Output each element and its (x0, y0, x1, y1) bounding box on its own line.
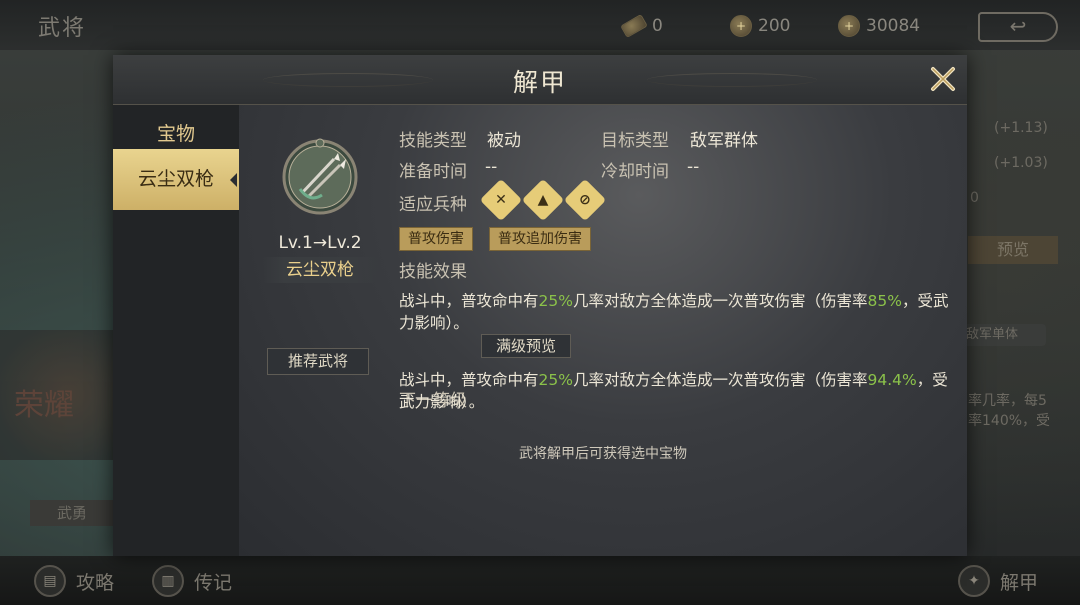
twin-spears-icon[interactable] (280, 137, 360, 217)
effect-text: 战斗中，普攻命中有 (399, 292, 539, 310)
bg-stat: 0 (970, 190, 979, 206)
bg-left-banner: 荣耀 (0, 330, 114, 460)
content-panel: Lv.1→Lv.2 云尘双枪 推荐武将 技能类型 被动 目标类型 敌军群体 准备… (239, 105, 967, 556)
close-button[interactable] (925, 61, 961, 97)
resource-value: 30084 (866, 16, 921, 36)
tag-normal-attack-extra-damage: 普攻追加伤害 (489, 227, 591, 251)
item-level: Lv.1→Lv.2 (278, 233, 362, 253)
effect-chance: 25% (538, 292, 573, 310)
sidebar-item-label: 云尘双枪 (137, 168, 214, 190)
biography-button[interactable]: ▥ 传记 (152, 565, 233, 597)
skill-effect-current: 战斗中，普攻命中有25%几率对敌方全体造成一次普攻伤害（伤害率85%，受武力影响… (399, 290, 949, 334)
skill-effect-next: 战斗中，普攻命中有25%几率对敌方全体造成一次普攻伤害（伤害率94.4%，受武力… (399, 369, 949, 413)
effect-text: 战斗中，普攻命中有 (399, 371, 539, 389)
effect-text: 几率对敌方全体造成一次普攻伤害（伤害率 (572, 371, 868, 389)
effect-rate: 85% (867, 292, 902, 310)
bg-stat: (+1.13) (994, 120, 1048, 136)
close-icon (931, 67, 955, 91)
footer-note: 武将解甲后可获得选中宝物 (519, 446, 687, 462)
book-icon: ▤ (34, 565, 66, 597)
cooldown-label: 冷却时间 (601, 162, 669, 182)
bg-stat: (+1.03) (994, 155, 1048, 171)
resource-silver: + 30084 (838, 14, 920, 38)
up-arrow-icon: ▲ (521, 178, 565, 222)
effect-chance: 25% (538, 371, 573, 389)
sidebar-category-treasure: 宝物 (156, 123, 195, 145)
bg-preview-button: 预览 (968, 236, 1058, 264)
item-name: 云尘双枪 (261, 257, 379, 283)
bg-desc: 率几率，每5 (968, 393, 1047, 409)
selected-arrow-icon (230, 173, 237, 187)
disarm-bottom-button[interactable]: ✦ 解甲 (958, 565, 1039, 597)
modal-title: 解甲 (512, 68, 567, 97)
bg-target-text: 敌军单体 (966, 327, 1019, 342)
bg-desc: 率140%，受 (968, 413, 1051, 429)
target-type-value: 敌军群体 (690, 131, 758, 151)
modal-header: 解甲 (113, 55, 967, 105)
max-level-preview-button[interactable]: 满级预览 (481, 334, 571, 358)
disarm-label: 解甲 (1000, 571, 1039, 594)
skill-type-label: 技能类型 (399, 131, 467, 151)
effect-text: 几率对敌方全体造成一次普攻伤害（伤害率 (572, 292, 868, 310)
prep-time-label: 准备时间 (399, 162, 467, 182)
disarm-modal: 解甲 宝物 云尘双枪 Lv.1→Lv.2 云尘双枪 推荐武将 技能类型 被动 目… (113, 55, 967, 556)
bg-banner-text: 荣耀 (14, 388, 74, 423)
page-title: 武将 (38, 16, 87, 41)
recommend-general-button[interactable]: 推荐武将 (267, 348, 369, 375)
sidebar-item-yunchen-shuangqiang[interactable]: 云尘双枪 (113, 149, 239, 210)
effect-rate: 94.4% (867, 371, 917, 389)
prep-time-value: -- (485, 157, 498, 177)
resource-gold: + 200 (730, 14, 790, 38)
sidebar: 宝物 云尘双枪 (113, 105, 239, 556)
resource-value: 200 (758, 16, 791, 36)
disarm-icon: ✦ (958, 565, 990, 597)
gold-coin-icon: + (730, 15, 752, 37)
bow-icon: ⊘ (563, 178, 607, 222)
tag-normal-attack-damage: 普攻伤害 (399, 227, 473, 251)
skill-effect-label: 技能效果 (399, 262, 467, 282)
skill-type-value: 被动 (487, 131, 521, 151)
cooldown-value: -- (687, 157, 700, 177)
back-arrow-icon: ↩ (1009, 14, 1027, 38)
silver-coin-icon: + (838, 15, 860, 37)
scroll-token-icon (620, 13, 648, 39)
resource-value: 0 (652, 16, 663, 36)
target-type-label: 目标类型 (601, 131, 669, 151)
bg-target-badge: 敌军单体 (960, 324, 1046, 346)
unit-type-label: 适应兵种 (399, 195, 467, 215)
crossed-swords-icon: ✕ (479, 178, 523, 222)
resource-scroll-token: 0 (620, 13, 663, 39)
bg-left-tag: 武勇 (30, 500, 114, 526)
guide-label: 攻略 (76, 571, 115, 594)
biography-label: 传记 (194, 571, 233, 594)
scroll-book-icon: ▥ (152, 565, 184, 597)
back-button[interactable]: ↩ (978, 12, 1058, 42)
guide-button[interactable]: ▤ 攻略 (34, 565, 115, 597)
